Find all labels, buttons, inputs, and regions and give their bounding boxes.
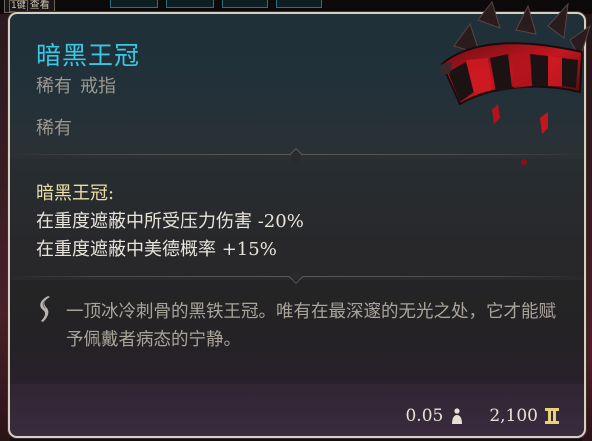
item-weight: 0.05 xyxy=(405,406,444,426)
hotbar-slot[interactable] xyxy=(110,0,158,8)
dark-crown-icon xyxy=(440,0,591,165)
effect-line: 在重度遮蔽中所受压力伤害 -20% xyxy=(36,211,304,232)
key-label: 查看 xyxy=(29,0,50,11)
gold-icon xyxy=(545,408,559,424)
quill-icon xyxy=(40,296,50,322)
hotbar-slot[interactable] xyxy=(276,0,322,8)
item-footer: 0.05 2,100 xyxy=(405,404,560,428)
hotbar-slot[interactable] xyxy=(166,0,214,8)
item-rarity: 稀有 xyxy=(36,118,72,139)
effects-header: 暗黑王冠: xyxy=(36,183,115,204)
item-value: 2,100 xyxy=(489,406,538,426)
item-description: 一顶冰冷刺骨的黑铁王冠。唯有在最深邃的无光之处，它才能赋予佩戴者病态的宁静。 xyxy=(66,302,556,350)
item-name: 暗黑王冠 xyxy=(36,41,141,70)
effects-section: 暗黑王冠: 在重度遮蔽中所受压力伤害 -20% 在重度遮蔽中美德概率 +15% xyxy=(10,159,584,277)
weight-icon xyxy=(452,408,463,424)
key-hint: 1键 xyxy=(9,0,28,12)
hotbar-slot[interactable] xyxy=(222,0,268,8)
description-section: 一顶冰冷刺骨的黑铁王冠。唯有在最深邃的无光之处，它才能赋予佩戴者病态的宁静。 xyxy=(10,280,584,384)
item-type: 戒指 xyxy=(80,76,116,97)
item-subtitle: 稀有 戒指 xyxy=(36,72,116,98)
effect-line: 在重度遮蔽中美德概率 +15% xyxy=(36,239,277,260)
item-rarity-label: 稀有 xyxy=(36,76,72,97)
